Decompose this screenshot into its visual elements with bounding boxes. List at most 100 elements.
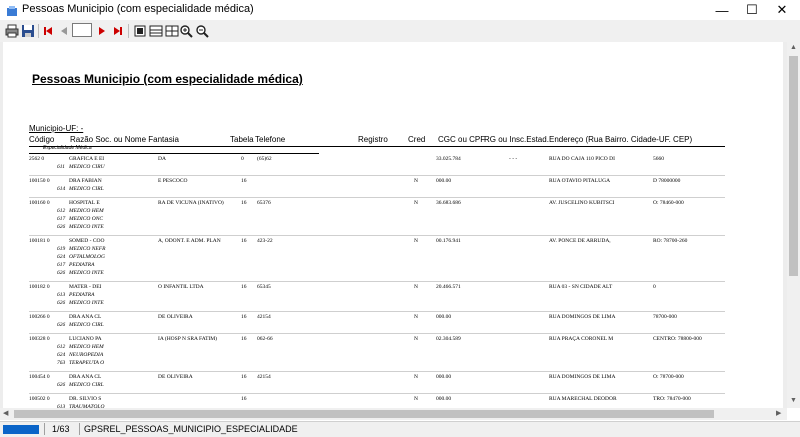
spec-code: 624 bbox=[57, 254, 66, 260]
cell-fantasia: IA (HOSP N SRA FATIM) bbox=[158, 336, 217, 342]
scroll-left-icon[interactable]: ◀ bbox=[3, 409, 8, 417]
row-separator bbox=[29, 393, 725, 394]
row-separator bbox=[29, 333, 725, 334]
cell-codigo: 100182 0 bbox=[29, 284, 50, 290]
spec-code: 612 bbox=[57, 344, 66, 350]
col-rg: RG ou Insc.Estad. bbox=[484, 135, 549, 144]
especialidade-underline bbox=[29, 153, 319, 154]
minimize-button[interactable]: — bbox=[708, 0, 736, 20]
first-page-icon[interactable] bbox=[40, 23, 56, 39]
cell-telefone: 42154 bbox=[257, 314, 271, 320]
next-page-icon[interactable] bbox=[94, 23, 110, 39]
spec-code: 624 bbox=[57, 352, 66, 358]
cell-telefone: 42154 bbox=[257, 374, 271, 380]
cell-cred: N bbox=[414, 200, 418, 206]
vertical-scrollbar[interactable]: ▲ ▼ bbox=[787, 42, 800, 408]
cell-cep: CENTRO: 78800-000 bbox=[653, 336, 702, 342]
spec-code: 626 bbox=[57, 382, 66, 388]
cell-tabela: 16 bbox=[241, 178, 247, 184]
spec-name: OFTALMOLOG bbox=[69, 254, 105, 260]
zoom-in-icon[interactable] bbox=[178, 23, 194, 39]
cell-fantasia: O INFANTIL LTDA bbox=[158, 284, 204, 290]
cell-cep: 5660 bbox=[653, 156, 664, 162]
close-button[interactable]: ✕ bbox=[768, 0, 796, 20]
col-cgc: CGC ou CPF bbox=[438, 135, 486, 144]
spec-name: MEDICO INTE bbox=[69, 270, 104, 276]
cell-nome: DRA FABIAN bbox=[69, 178, 102, 184]
spec-name: PEDIATRA bbox=[69, 292, 95, 298]
cell-tabela: 16 bbox=[241, 336, 247, 342]
cell-endereco: AV. JUSCELINO KUBITSCI bbox=[549, 200, 615, 206]
report-title: Pessoas Municipio (com especialidade méd… bbox=[32, 72, 303, 86]
page-number-input[interactable] bbox=[72, 23, 92, 37]
cell-codigo: 100181 0 bbox=[29, 238, 50, 244]
cell-fantasia: DE OLIVEIRA bbox=[158, 314, 193, 320]
report-viewport[interactable]: Pessoas Municipio (com especialidade méd… bbox=[0, 42, 787, 408]
zoom-out-icon[interactable] bbox=[194, 23, 210, 39]
cell-tabela: 16 bbox=[241, 284, 247, 290]
spec-name: MEDICO HEM bbox=[69, 208, 104, 214]
cell-nome: SOMED - COO bbox=[69, 238, 105, 244]
scroll-down-icon[interactable]: ▼ bbox=[790, 397, 797, 404]
cell-nome: DRA ANA CL bbox=[69, 374, 102, 380]
cell-rg: - - - bbox=[509, 156, 518, 162]
cell-telefone: 65345 bbox=[257, 284, 271, 290]
cell-tabela: 16 bbox=[241, 396, 247, 402]
single-page-icon[interactable] bbox=[132, 23, 148, 39]
status-bar: 1/63 GPSREL_PESSOAS_MUNICIPIO_ESPECIALID… bbox=[0, 421, 800, 437]
cell-cgc: 000.00 bbox=[436, 396, 452, 402]
cell-cgc: 000.00 bbox=[436, 374, 452, 380]
spec-code: 626 bbox=[57, 300, 66, 306]
col-razao: Razão Soc. ou Nome Fantasia bbox=[70, 135, 179, 144]
cell-telefone: 423-22 bbox=[257, 238, 273, 244]
row-separator bbox=[29, 371, 725, 372]
spec-name: MEDICO INTE bbox=[69, 224, 104, 230]
maximize-button[interactable]: ☐ bbox=[738, 0, 766, 20]
cell-nome: DRA ANA CL bbox=[69, 314, 102, 320]
cell-telefone: (65)62 bbox=[257, 156, 272, 162]
cell-endereco: RUA OTAVIO PITALUGA bbox=[549, 178, 611, 184]
cell-tabela: 16 bbox=[241, 314, 247, 320]
scroll-right-icon[interactable]: ▶ bbox=[776, 409, 781, 417]
spec-code: 763 bbox=[57, 360, 66, 366]
col-tabela: Tabela bbox=[230, 135, 254, 144]
cell-endereco: RUA DO CAJA 110 PICO DI bbox=[549, 156, 615, 162]
status-divider bbox=[79, 423, 80, 435]
progress-bar bbox=[3, 425, 39, 434]
cell-telefone: 062-66 bbox=[257, 336, 273, 342]
spec-code: 626 bbox=[57, 224, 66, 230]
cell-tabela: 0 bbox=[241, 156, 244, 162]
spec-code: 611 bbox=[57, 164, 65, 170]
vertical-scroll-thumb[interactable] bbox=[789, 56, 798, 276]
cell-endereco: RUA PRAÇA CORONEL M bbox=[549, 336, 614, 342]
cell-endereco: RUA DOMINGOS DE LIMA bbox=[549, 374, 616, 380]
row-separator bbox=[29, 281, 725, 282]
two-pages-icon[interactable] bbox=[148, 23, 164, 39]
spec-name: TERAPEUTA O bbox=[69, 360, 105, 366]
save-icon[interactable] bbox=[20, 23, 36, 39]
spec-name: MEDICO CIRU bbox=[69, 164, 105, 170]
last-page-icon[interactable] bbox=[110, 23, 126, 39]
cell-cgc: 000.00 bbox=[436, 178, 452, 184]
row-separator bbox=[29, 175, 725, 176]
cell-cgc: 000.00 bbox=[436, 314, 452, 320]
cell-nome: GRAFICA E EI bbox=[69, 156, 105, 162]
scroll-up-icon[interactable]: ▲ bbox=[790, 44, 797, 51]
print-icon[interactable] bbox=[4, 23, 20, 39]
cell-cep: D 78000000 bbox=[653, 178, 681, 184]
cell-cgc: 02.304.589 bbox=[436, 336, 461, 342]
spec-code: 617 bbox=[57, 262, 66, 268]
prev-page-icon[interactable] bbox=[56, 23, 72, 39]
horizontal-scrollbar[interactable]: ◀ ▶ bbox=[0, 408, 787, 420]
cell-fantasia: RA DE VICUNA (INATIVO) bbox=[158, 200, 224, 206]
row-separator bbox=[29, 311, 725, 312]
col-telefone: Telefone bbox=[255, 135, 286, 144]
horizontal-scroll-thumb[interactable] bbox=[14, 410, 714, 418]
col-endereco: Endereço (Rua Bairro. Cidade-UF. CEP) bbox=[549, 135, 693, 144]
cell-fantasia: E PESCOCO bbox=[158, 178, 188, 184]
spec-name: NEUROPEDIA bbox=[69, 352, 104, 358]
spec-code: 612 bbox=[57, 208, 66, 214]
spec-code: 614 bbox=[57, 186, 66, 192]
spec-name: MEDICO INTE bbox=[69, 300, 104, 306]
cell-nome: MATER - DEI bbox=[69, 284, 102, 290]
